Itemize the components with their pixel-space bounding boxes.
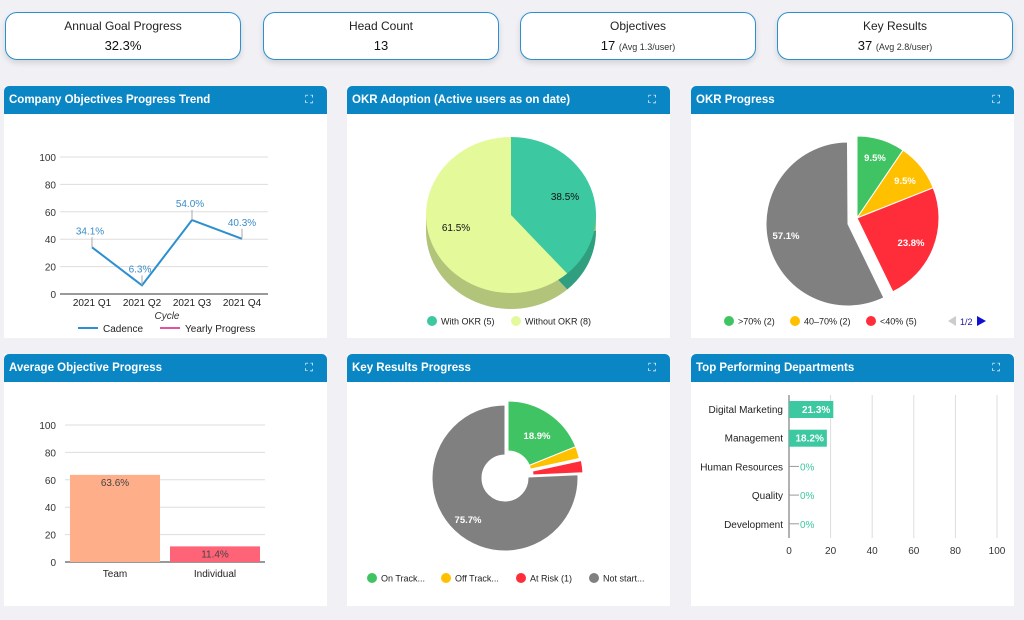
y-tick-label: Digital Marketing [709,405,783,416]
x-tick-label: 60 [908,546,920,557]
x-tick-label: 2021 Q1 [73,298,112,309]
slice-label: 61.5% [442,223,470,234]
legend-swatch [367,573,377,583]
legend-swatch [866,316,876,326]
x-tick-label: 0 [786,546,792,557]
bar-label: 0% [800,520,815,531]
legend-label: With OKR (5) [441,317,495,327]
data-label: 54.0% [176,199,204,210]
y-tick-label: 80 [45,180,57,191]
bar-label: 63.6% [101,478,129,489]
legend-page: 1/2 [960,317,973,327]
slice-label: 75.7% [455,515,482,526]
bar-label: 11.4% [201,549,229,560]
slice-label: 38.5% [551,192,579,203]
legend-label: At Risk (1) [530,574,572,584]
y-tick-label: 60 [45,208,57,219]
y-tick-label: 60 [45,476,57,487]
legend-label: Not start... [603,574,645,584]
x-tick-label: 2021 Q4 [223,298,262,309]
bar-label: 18.2% [795,434,823,445]
y-tick-label: 80 [45,448,57,459]
y-tick-label: 20 [45,531,57,542]
legend-label: <40% (5) [880,317,917,327]
data-label: 34.1% [76,226,104,237]
slice-label: 9.5% [864,153,886,164]
y-tick-label: 0 [50,558,56,569]
legend-label: On Track... [381,574,425,584]
legend-swatch [511,316,521,326]
y-tick-label: Management [725,434,784,445]
x-tick-label: 2021 Q3 [173,298,212,309]
y-tick-label: 100 [39,153,56,164]
legend-next-icon [977,316,986,326]
y-tick-label: 40 [45,503,57,514]
y-tick-label: 40 [45,235,57,246]
legend-swatch [790,316,800,326]
legend-label: Yearly Progress [185,324,255,335]
y-tick-label: 20 [45,263,57,274]
legend-swatch [589,573,599,583]
y-tick-label: 100 [39,421,56,432]
x-tick-label: 20 [825,546,837,557]
y-tick-label: Development [724,520,783,531]
legend-label: Cadence [103,324,143,335]
bar-label: 0% [800,491,815,502]
legend-swatch [427,316,437,326]
legend-label: Without OKR (8) [525,317,591,327]
legend-label: Off Track... [455,574,499,584]
x-axis-title: Cycle [154,311,179,322]
cadence-line [91,218,243,287]
bar-label: 0% [800,462,815,473]
x-tick-label: Team [103,569,127,580]
slice-label: 9.5% [894,176,916,187]
legend-swatch [516,573,526,583]
legend-prev-icon [948,316,956,326]
data-label: 6.3% [129,264,152,275]
x-tick-label: 100 [989,546,1006,557]
slice-label: 23.8% [898,238,925,249]
y-tick-label: Human Resources [700,462,783,473]
legend-label: >70% (2) [738,317,775,327]
x-tick-label: 2021 Q2 [123,298,162,309]
y-tick-label: 0 [50,290,56,301]
charts-layer: 0 20 40 60 80 100 2021 Q1 2021 Q2 2021 Q3 2021 Q4… [39,135,1006,584]
slice-label: 57.1% [773,231,800,242]
x-tick-label: 80 [950,546,962,557]
data-label: 40.3% [228,218,256,229]
x-tick-label: 40 [867,546,879,557]
y-tick-label: Quality [752,491,783,502]
legend-swatch [441,573,451,583]
x-tick-label: Individual [194,569,236,580]
legend-label: 40–70% (2) [804,317,851,327]
slice-label: 18.9% [524,431,551,442]
legend-swatch [724,316,734,326]
bar-label: 21.3% [802,405,830,416]
